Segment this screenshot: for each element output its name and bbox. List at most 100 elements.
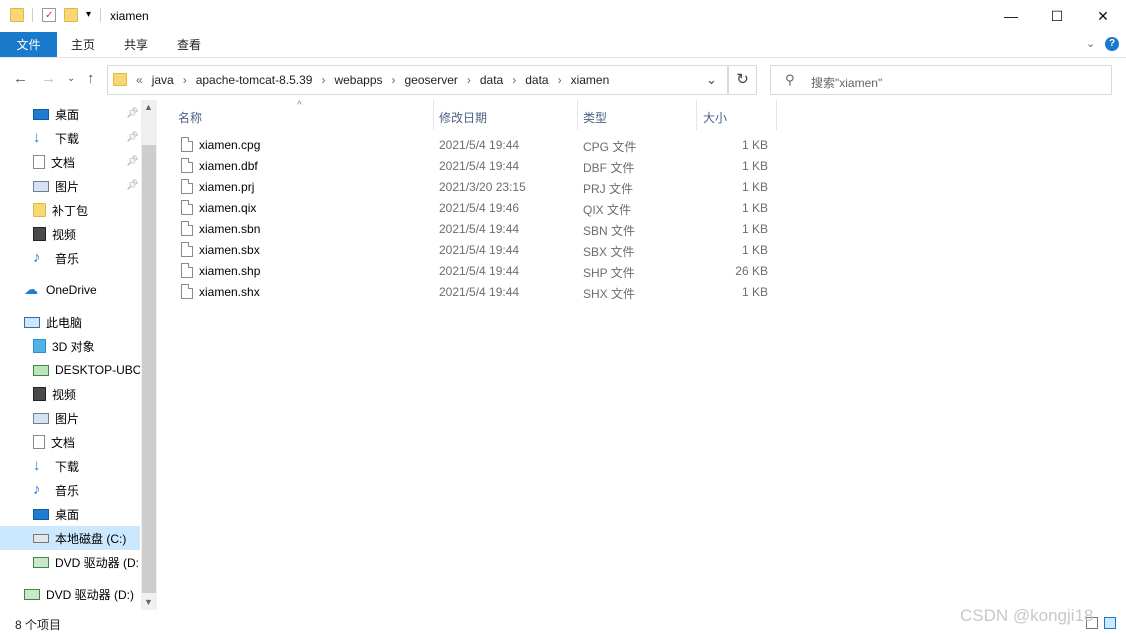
breadcrumb-item[interactable]: java <box>145 73 181 87</box>
forward-button[interactable]: → <box>41 70 56 87</box>
nav-item-music[interactable]: ♪ 音乐 <box>0 246 140 270</box>
chevron-right-icon[interactable]: › <box>390 73 398 87</box>
navigation-pane: 桌面 ↓ 下载 文档 图片 补丁包 视频 ♪ 音乐 📌︎ 📌︎ 📌︎ 📌︎ ☁ One… <box>0 100 157 610</box>
expand-ribbon-icon[interactable]: ⌄ <box>1086 37 1095 50</box>
file-type: SBN 文件 <box>583 224 636 238</box>
chevron-right-icon[interactable]: › <box>319 73 327 87</box>
nav-item-documents[interactable]: 文档 <box>0 150 140 174</box>
breadcrumb-item[interactable]: data <box>473 73 510 87</box>
nav-item-dvd-drive[interactable]: DVD 驱动器 (D: <box>0 550 140 574</box>
tab-home[interactable]: 主页 <box>71 32 95 57</box>
pin-icon[interactable]: 📌︎ <box>126 132 139 143</box>
file-date: 2021/5/4 19:44 <box>439 222 520 236</box>
recent-locations-icon[interactable]: ⌄ <box>67 73 75 84</box>
address-bar[interactable]: « java › apache-tomcat-8.5.39 › webapps › g… <box>107 65 728 95</box>
title-bar: ✓ ▾ xiamen — ☐ ✕ <box>0 0 1126 32</box>
nav-item-dvd-drive[interactable]: DVD 驱动器 (D:) <box>0 582 140 606</box>
file-icon <box>181 263 193 278</box>
file-list: ^ 名称 修改日期 类型 大小 xiamen.cpg 2021/5/4 19:4… <box>157 100 1126 610</box>
nav-item-videos[interactable]: 视频 <box>0 382 140 406</box>
nav-item-documents[interactable]: 文档 <box>0 430 140 454</box>
nav-item-this-pc[interactable]: 此电脑 <box>0 310 140 334</box>
file-name: xiamen.sbn <box>199 222 261 236</box>
pin-icon[interactable]: 📌︎ <box>126 108 139 119</box>
nav-item-network-pc[interactable]: DESKTOP-UBO <box>0 358 140 382</box>
column-divider[interactable] <box>696 100 697 130</box>
new-folder-icon[interactable] <box>64 8 78 22</box>
file-type: PRJ 文件 <box>583 182 634 196</box>
column-divider[interactable] <box>577 100 578 130</box>
search-input[interactable]: ⚲ 搜索"xiamen" <box>770 65 1112 95</box>
refresh-button[interactable]: ↻ <box>728 65 757 95</box>
breadcrumb-item[interactable]: data <box>518 73 555 87</box>
pin-icon[interactable]: 📌︎ <box>126 180 139 191</box>
table-row[interactable]: xiamen.prj 2021/3/20 23:15 PRJ 文件 1 KB <box>173 177 773 198</box>
desktop-icon <box>33 508 49 520</box>
column-divider[interactable] <box>776 100 777 130</box>
properties-icon[interactable]: ✓ <box>42 8 56 22</box>
column-divider[interactable] <box>433 100 434 130</box>
nav-item-downloads[interactable]: ↓ 下载 <box>0 126 140 150</box>
column-header-type[interactable]: 类型 <box>583 106 607 128</box>
overflow-icon[interactable]: « <box>134 73 145 87</box>
tab-view[interactable]: 查看 <box>177 32 201 57</box>
tab-file[interactable]: 文件 <box>0 32 57 57</box>
column-header-name[interactable]: 名称 <box>178 106 202 128</box>
scroll-down-icon[interactable]: ▼ <box>144 597 153 607</box>
help-icon[interactable]: ? <box>1105 37 1119 51</box>
file-icon <box>181 242 193 257</box>
breadcrumb-item[interactable]: geoserver <box>398 73 465 87</box>
column-header-size[interactable]: 大小 <box>703 106 727 128</box>
table-row[interactable]: xiamen.sbn 2021/5/4 19:44 SBN 文件 1 KB <box>173 219 773 240</box>
file-icon <box>181 200 193 215</box>
tab-share[interactable]: 共享 <box>124 32 148 57</box>
nav-item-3d[interactable]: 3D 对象 <box>0 334 140 358</box>
large-icons-view-icon[interactable] <box>1104 617 1116 629</box>
maximize-button[interactable]: ☐ <box>1034 0 1080 32</box>
file-icon <box>181 221 193 236</box>
chevron-right-icon[interactable]: › <box>510 73 518 87</box>
chevron-right-icon[interactable]: › <box>556 73 564 87</box>
file-type: CPG 文件 <box>583 140 637 154</box>
nav-scrollbar-thumb[interactable] <box>142 145 156 593</box>
breadcrumb-item[interactable]: apache-tomcat-8.5.39 <box>189 73 320 87</box>
column-header-date[interactable]: 修改日期 <box>439 106 487 128</box>
file-name: xiamen.dbf <box>199 159 258 173</box>
scroll-up-icon[interactable]: ▲ <box>144 102 153 112</box>
file-date: 2021/5/4 19:44 <box>439 285 520 299</box>
breadcrumb-item[interactable]: webapps <box>327 73 389 87</box>
file-type: SBX 文件 <box>583 245 635 259</box>
pin-icon[interactable]: 📌︎ <box>126 156 139 167</box>
chevron-right-icon[interactable]: › <box>181 73 189 87</box>
nav-item-onedrive[interactable]: ☁ OneDrive <box>0 278 140 302</box>
nav-item-patch[interactable]: 补丁包 <box>0 198 140 222</box>
table-row[interactable]: xiamen.sbx 2021/5/4 19:44 SBX 文件 1 KB <box>173 240 773 261</box>
nav-item-desktop[interactable]: 桌面 <box>0 102 140 126</box>
table-row[interactable]: xiamen.dbf 2021/5/4 19:44 DBF 文件 1 KB <box>173 156 773 177</box>
minimize-button[interactable]: — <box>988 0 1034 32</box>
table-row[interactable]: xiamen.cpg 2021/5/4 19:44 CPG 文件 1 KB <box>173 135 773 156</box>
table-row[interactable]: xiamen.qix 2021/5/4 19:46 QIX 文件 1 KB <box>173 198 773 219</box>
picture-icon <box>33 412 49 424</box>
address-dropdown-icon[interactable]: ⌄ <box>706 72 717 88</box>
file-date: 2021/5/4 19:44 <box>439 243 520 257</box>
up-button[interactable]: ↑ <box>87 70 95 87</box>
breadcrumb-item[interactable]: xiamen <box>564 73 617 87</box>
document-icon <box>33 155 45 169</box>
nav-item-videos[interactable]: 视频 <box>0 222 140 246</box>
nav-item-downloads[interactable]: ↓ 下载 <box>0 454 140 478</box>
table-row[interactable]: xiamen.shp 2021/5/4 19:44 SHP 文件 26 KB <box>173 261 773 282</box>
table-row[interactable]: xiamen.shx 2021/5/4 19:44 SHX 文件 1 KB <box>173 282 773 303</box>
file-size: 26 KB <box>735 264 768 278</box>
customize-toolbar-icon[interactable]: ▾ <box>86 9 91 20</box>
nav-item-music[interactable]: ♪ 音乐 <box>0 478 140 502</box>
chevron-right-icon[interactable]: › <box>465 73 473 87</box>
nav-item-pictures[interactable]: 图片 <box>0 406 140 430</box>
file-size: 1 KB <box>741 159 768 173</box>
nav-item-pictures[interactable]: 图片 <box>0 174 140 198</box>
nav-item-desktop[interactable]: 桌面 <box>0 502 140 526</box>
nav-item-local-disk-c[interactable]: 本地磁盘 (C:) <box>0 526 140 550</box>
close-button[interactable]: ✕ <box>1080 0 1126 32</box>
picture-icon <box>33 180 49 192</box>
back-button[interactable]: ← <box>13 70 28 87</box>
